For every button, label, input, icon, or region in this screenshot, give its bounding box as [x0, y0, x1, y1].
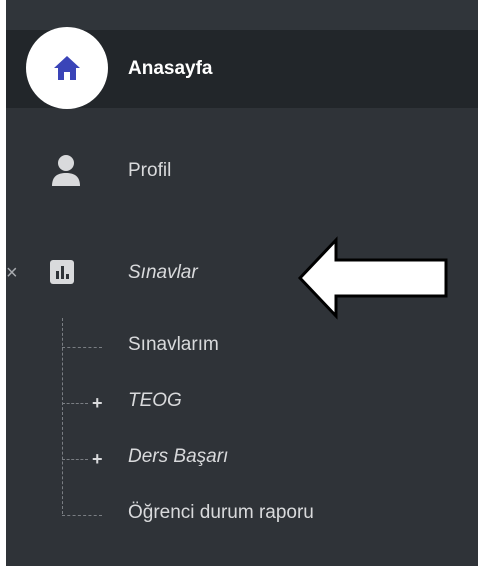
- submenu-item-label: Sınavlarım: [128, 334, 219, 355]
- submenu-item-my-exams[interactable]: Sınavlarım: [62, 332, 362, 362]
- sidebar-item-label: Anasayfa: [128, 58, 213, 79]
- home-icon-circle[interactable]: [26, 27, 108, 109]
- submenu-item-label: TEOG: [128, 390, 182, 411]
- tree-branch: [62, 515, 102, 516]
- sidebar-item-label: Profil: [128, 160, 172, 181]
- submenu-item-course-success[interactable]: + Ders Başarı: [62, 444, 362, 474]
- user-icon: [52, 155, 80, 186]
- expand-icon[interactable]: +: [92, 393, 103, 413]
- home-icon: [54, 56, 80, 80]
- submenu-item-label: Ders Başarı: [128, 446, 229, 467]
- sidebar-item-label: Sınavlar: [128, 262, 198, 283]
- bar-chart-icon: [50, 260, 74, 284]
- expand-icon[interactable]: +: [92, 449, 103, 469]
- sidebar-item-exams[interactable]: Sınavlar: [36, 246, 296, 298]
- collapse-icon[interactable]: ×: [6, 258, 18, 288]
- submenu-item-label: Öğrenci durum raporu: [128, 502, 314, 523]
- tree-branch: [62, 403, 88, 404]
- tree-branch: [62, 459, 88, 460]
- submenu-item-teog[interactable]: + TEOG: [62, 388, 362, 418]
- sidebar-item-profile[interactable]: Profil: [6, 140, 478, 204]
- pointer-arrow-icon: [297, 236, 448, 320]
- sidebar-top-strip: [6, 0, 478, 30]
- submenu-item-student-report[interactable]: Öğrenci durum raporu: [62, 500, 402, 530]
- tree-branch: [62, 347, 102, 348]
